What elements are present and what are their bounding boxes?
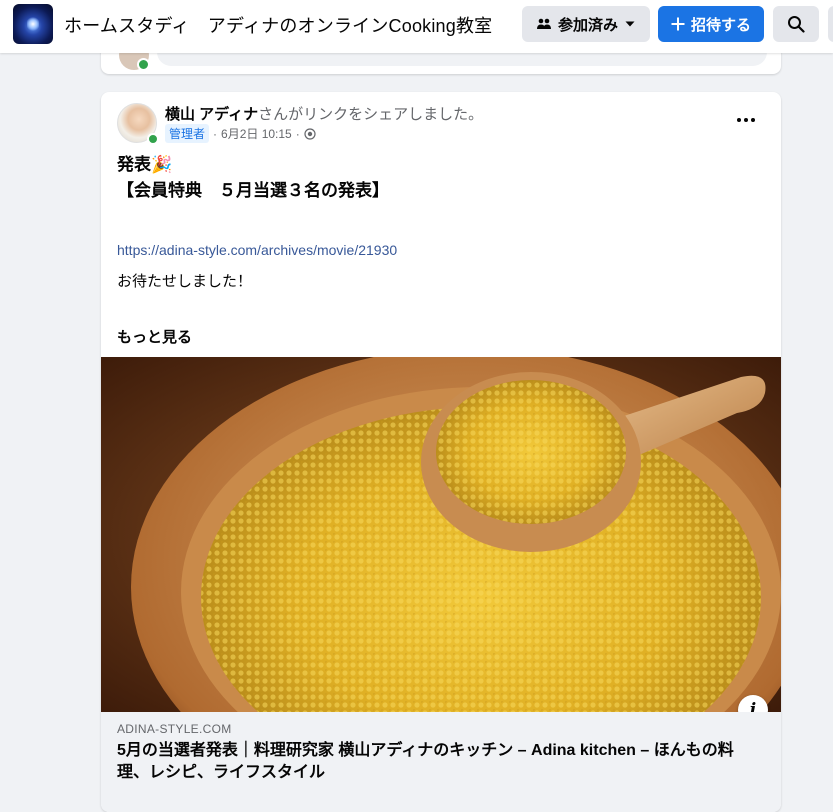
- group-icon: [536, 18, 551, 29]
- online-status-dot: [147, 133, 159, 145]
- search-icon: [788, 16, 805, 33]
- author-avatar[interactable]: [117, 103, 159, 145]
- joined-button[interactable]: 参加済み: [522, 6, 650, 42]
- post-heading-line-1: 発表🎉: [117, 155, 173, 174]
- post-link[interactable]: https://adina-style.com/archives/movie/2…: [117, 242, 397, 258]
- joined-label: 参加済み: [557, 16, 618, 34]
- meta-separator: ·: [295, 126, 300, 141]
- group-cover-thumbnail[interactable]: [13, 4, 53, 44]
- chevron-down-icon: [625, 21, 635, 27]
- invite-label: 招待する: [690, 16, 751, 34]
- link-preview-image[interactable]: [101, 357, 781, 712]
- post-options-button[interactable]: [731, 108, 761, 132]
- post-body-text: お待たせしました！: [117, 273, 253, 290]
- post-header-line: 横山 アディナさんがリンクをシェアしました。: [165, 103, 483, 124]
- globe-icon[interactable]: [304, 127, 316, 140]
- post-timestamp[interactable]: 6月2日 10:15: [221, 125, 292, 142]
- link-preview-footer[interactable]: ADINA-STYLE.COM 5月の当選者発表｜料理研究家 横山アディナのキッ…: [101, 712, 781, 812]
- link-title[interactable]: 5月の当選者発表｜料理研究家 横山アディナのキッチン – Adina kitch…: [117, 740, 765, 784]
- plus-icon: [671, 17, 685, 31]
- search-button[interactable]: [773, 6, 819, 42]
- see-more-link[interactable]: もっと見る: [117, 326, 192, 347]
- overflow-button[interactable]: [828, 6, 833, 42]
- author-name[interactable]: 横山 アディナ: [165, 106, 258, 123]
- post-action-text: さんがリンクをシェアしました。: [258, 106, 484, 123]
- post-heading: 発表🎉 【会員特典 ５月当選３名の発表】: [117, 152, 389, 204]
- post-card: 横山 アディナさんがリンクをシェアしました。 管理者 · 6月2日 10:15 …: [101, 92, 781, 812]
- link-domain: ADINA-STYLE.COM: [117, 722, 232, 736]
- post-meta: 管理者 · 6月2日 10:15 ·: [165, 124, 316, 143]
- post-heading-line-2: 【会員特典 ５月当選３名の発表】: [117, 181, 389, 200]
- meta-separator: ·: [213, 126, 218, 141]
- group-header: ホームスタディ アディナのオンラインCooking教室 参加済み 招待する: [0, 0, 833, 53]
- group-title[interactable]: ホームスタディ アディナのオンラインCooking教室: [64, 12, 492, 38]
- invite-button[interactable]: 招待する: [658, 6, 764, 42]
- more-horizontal-icon: [737, 118, 741, 122]
- admin-badge: 管理者: [165, 124, 210, 143]
